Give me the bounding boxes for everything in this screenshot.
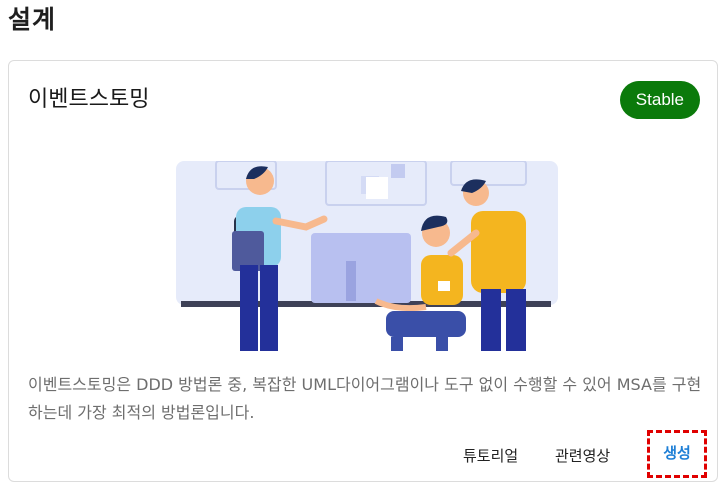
eventstorming-card: 이벤트스토밍 Stable 이벤트스토밍은 DDD 방법론 중, 복잡한 UML…: [8, 60, 718, 482]
tutorial-button[interactable]: 튜토리얼: [457, 437, 524, 477]
team-working-illustration: [176, 161, 558, 351]
section-title: 설계: [8, 5, 57, 34]
related-video-button[interactable]: 관련영상: [549, 437, 616, 477]
card-description: 이벤트스토밍은 DDD 방법론 중, 복잡한 UML다이어그램이나 도구 없이 …: [28, 375, 702, 422]
status-badge: Stable: [619, 81, 700, 119]
card-title: 이벤트스토밍: [28, 87, 150, 112]
create-button[interactable]: 생성: [647, 430, 707, 478]
